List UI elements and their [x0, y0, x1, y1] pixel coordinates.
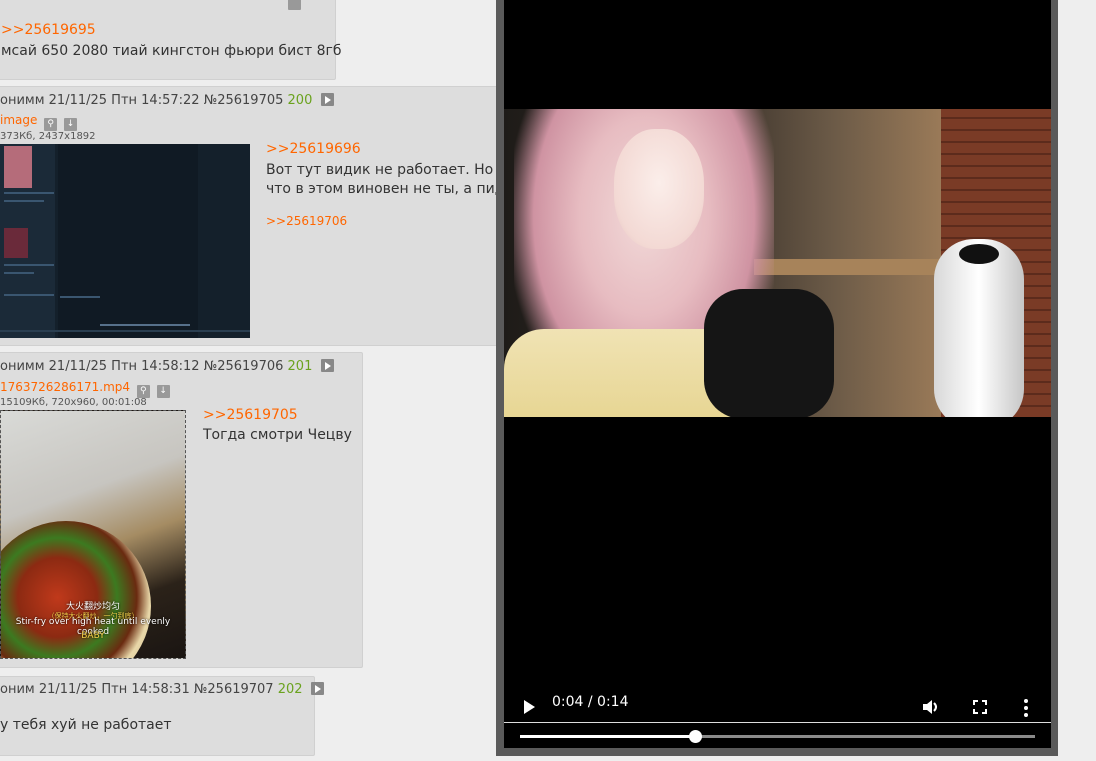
post-text-line: Вот тут видик не работает. Но я к — [266, 162, 520, 178]
file-name-link[interactable]: 1763726286171.mp4 ⚲ ↓ — [0, 380, 170, 398]
play-icon[interactable] — [310, 682, 324, 695]
file-name[interactable]: 1763726286171.mp4 — [0, 380, 130, 394]
download-icon[interactable]: ↓ — [156, 385, 170, 398]
progress-bar[interactable] — [520, 730, 1035, 743]
play-icon[interactable] — [320, 359, 334, 372]
post-text: Тогда смотри Чецву — [203, 427, 352, 443]
reply-link[interactable]: >>25619695 — [1, 22, 96, 38]
post-author-date: оним 21/11/25 Птн 14:58:31 — [0, 682, 190, 697]
video-thumbnail[interactable]: 大火翻炒均匀 （保持大火翻炒，一勺到底） Stir-fry over high … — [0, 410, 186, 659]
time-display: 0:04 / 0:14 — [552, 694, 629, 710]
file-name[interactable]: image — [0, 113, 37, 127]
reply-link[interactable]: >>25619705 — [203, 407, 298, 423]
download-icon[interactable]: ↓ — [64, 118, 78, 131]
options-icon[interactable] — [288, 0, 301, 10]
post-author-date: онимм 21/11/25 Птн 14:58:12 — [0, 359, 200, 374]
post-index: 201 — [287, 359, 313, 374]
file-name-link[interactable]: image ⚲ ↓ — [0, 113, 78, 131]
post-header: оним 21/11/25 Птн 14:58:31 №25619707 202 — [0, 682, 324, 697]
post-text-line: что в этом виновен не ты, а пидо — [266, 181, 513, 197]
more-options-icon[interactable] — [1024, 699, 1028, 717]
backlink[interactable]: >>25619706 — [266, 214, 347, 228]
divider — [504, 722, 1051, 723]
video-controls: 0:04 / 0:14 — [504, 688, 1051, 748]
play-icon[interactable] — [320, 93, 334, 106]
post-index: 200 — [287, 93, 313, 108]
file-info: 15109Кб, 720x960, 00:01:08 — [0, 397, 147, 408]
subtitle: BABY — [81, 631, 105, 641]
video-frame[interactable] — [504, 109, 1051, 417]
progress-knob[interactable] — [689, 730, 703, 743]
post-text: мсай 650 2080 тиай кингстон фьюри бист 8… — [1, 43, 342, 59]
post-header: онимм 21/11/25 Птн 14:57:22 №25619705 20… — [0, 93, 334, 108]
reply-link[interactable]: >>25619696 — [266, 141, 361, 157]
post-number[interactable]: №25619706 — [204, 359, 284, 374]
post-number[interactable]: №25619707 — [194, 682, 274, 697]
post-header: онимм 21/11/25 Птн 14:58:12 №25619706 20… — [0, 359, 334, 374]
progress-fill — [520, 735, 696, 738]
file-info: 373Кб, 2437x1892 — [0, 131, 96, 142]
post-index: 202 — [277, 682, 303, 697]
image-thumbnail[interactable] — [0, 144, 250, 338]
post-author-date: онимм 21/11/25 Птн 14:57:22 — [0, 93, 200, 108]
search-icon[interactable]: ⚲ — [44, 118, 58, 131]
post-text: у тебя хуй не работает — [0, 717, 172, 733]
post: >>25619695 мсай 650 2080 тиай кингстон ф… — [0, 0, 341, 80]
fullscreen-icon[interactable] — [973, 700, 987, 714]
post-number[interactable]: №25619705 — [204, 93, 284, 108]
video-player[interactable]: 0:04 / 0:14 — [504, 0, 1051, 748]
volume-icon[interactable] — [923, 699, 941, 715]
play-icon[interactable] — [524, 700, 535, 714]
